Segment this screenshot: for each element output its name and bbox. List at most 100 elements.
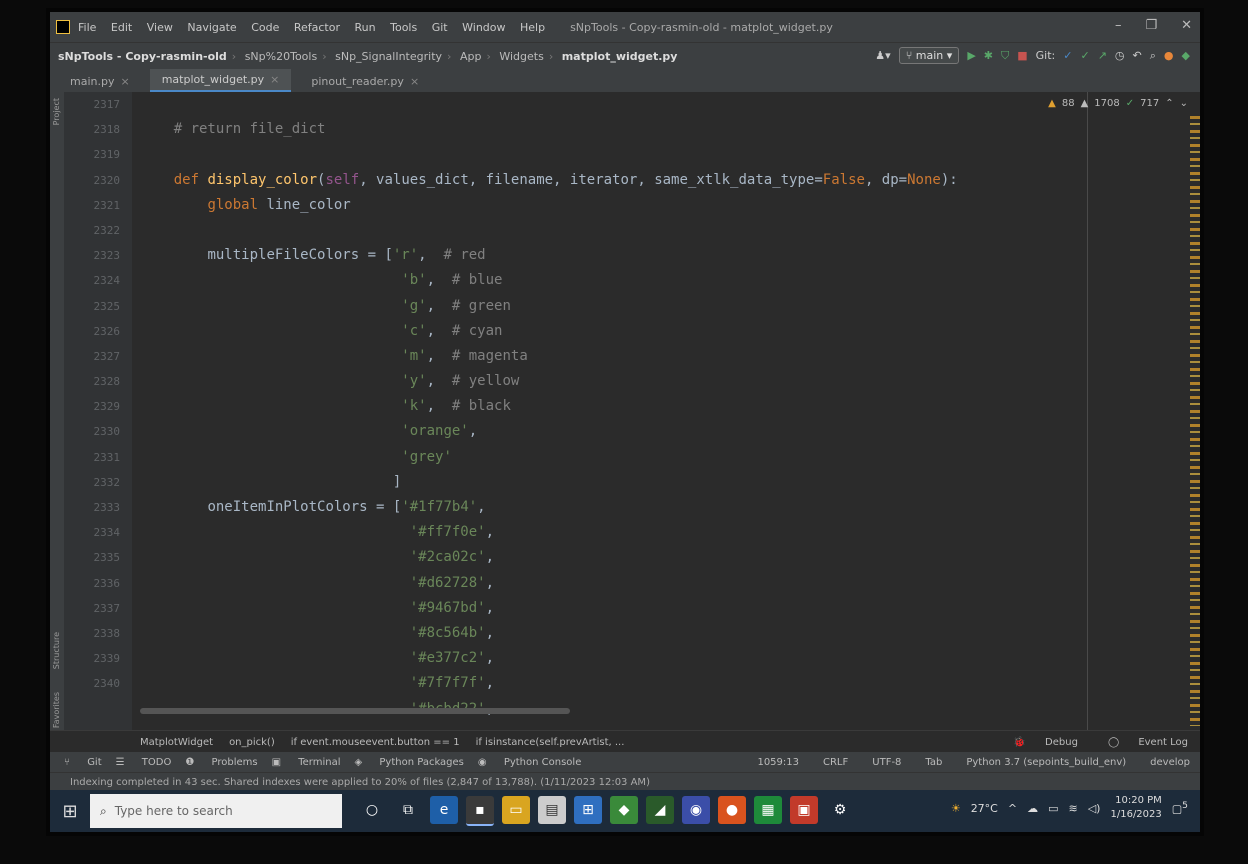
debug-icon[interactable]: ✱ xyxy=(984,49,993,62)
event-log-button[interactable]: ◯ Event Log xyxy=(1108,737,1188,748)
tab-matplot-widget-py[interactable]: matplot_widget.py × xyxy=(149,69,292,92)
pdf-icon[interactable]: ▣ xyxy=(790,796,818,824)
code-breadcrumb-item[interactable]: on_pick() xyxy=(229,737,275,748)
python-interpreter[interactable]: Python 3.7 (sepoints_build_env) xyxy=(966,757,1126,768)
system-tray: ☀ 27°C ^ ☁ ▭ ≋ ◁) 10:20 PM 1/16/2023 ▢5 xyxy=(951,794,1188,822)
breadcrumb-folder-2[interactable]: sNp_SignalIntegrity xyxy=(335,50,442,63)
edge-icon[interactable]: e xyxy=(430,796,458,824)
menu-view[interactable]: View xyxy=(147,21,173,34)
run-icon[interactable]: ▶ xyxy=(967,49,975,62)
firefox-icon[interactable]: ● xyxy=(718,796,746,824)
breadcrumb-folder-3[interactable]: App xyxy=(460,50,482,63)
maximize-button[interactable]: ❐ xyxy=(1145,18,1157,33)
breadcrumb-project[interactable]: sNpTools - Copy-rasmin-old xyxy=(58,50,227,63)
cortana-icon[interactable]: ○ xyxy=(358,796,386,824)
code-breadcrumb-item[interactable]: if event.mouseevent.button == 1 xyxy=(291,737,460,748)
wifi-icon[interactable]: ≋ xyxy=(1069,802,1078,815)
file-explorer-icon[interactable]: ▭ xyxy=(502,796,530,824)
breadcrumb-folder-4[interactable]: Widgets xyxy=(499,50,543,63)
tab-pinout-reader-py[interactable]: pinout_reader.py × xyxy=(299,71,431,92)
plugin-icon[interactable]: ◆ xyxy=(1182,49,1190,62)
tool-todo[interactable]: ☰ TODO xyxy=(116,757,172,768)
git-branch-status[interactable]: develop xyxy=(1150,757,1190,768)
notepad-icon[interactable]: ▤ xyxy=(538,796,566,824)
menu-tools[interactable]: Tools xyxy=(390,21,417,34)
spreadsheet-icon[interactable]: ▦ xyxy=(754,796,782,824)
line-number: 2320 xyxy=(93,173,121,187)
network-icon[interactable]: ☁ xyxy=(1027,802,1038,815)
stop-icon[interactable]: ■ xyxy=(1017,49,1027,62)
close-icon[interactable]: × xyxy=(270,73,279,86)
teams-icon[interactable]: ◉ xyxy=(682,796,710,824)
structure-tool-button[interactable]: Structure xyxy=(52,632,61,669)
menu-git[interactable]: Git xyxy=(432,21,448,34)
code-editor[interactable]: ▲ 88 ▲ 1708 ✓ 717 ⌃ ⌄ # return file_dict def… xyxy=(132,92,1200,732)
menu-edit[interactable]: Edit xyxy=(111,21,132,34)
notification-icon[interactable]: ▢5 xyxy=(1172,800,1188,816)
breadcrumb-folder-1[interactable]: sNp%20Tools xyxy=(245,50,318,63)
weather-icon[interactable]: ☀ xyxy=(951,802,961,815)
tool-git[interactable]: ⑂ Git xyxy=(64,757,102,768)
tool-python-packages[interactable]: ◈ Python Packages xyxy=(355,757,464,768)
code-breadcrumb-item[interactable]: if isinstance(self.prevArtist, ... xyxy=(476,737,625,748)
menu-file[interactable]: File xyxy=(78,21,96,34)
task-view-icon[interactable]: ⧉ xyxy=(394,796,422,824)
weather-temp[interactable]: 27°C xyxy=(971,802,998,815)
file-encoding[interactable]: UTF-8 xyxy=(872,757,901,768)
indent-setting[interactable]: Tab xyxy=(925,757,942,768)
network-app-icon[interactable]: ⊞ xyxy=(574,796,602,824)
pycharm-taskbar-icon[interactable]: ▪ xyxy=(466,796,494,826)
windows-start-icon[interactable]: ⊞ xyxy=(50,790,90,832)
code-breadcrumb-item[interactable]: MatplotWidget xyxy=(140,737,213,748)
git-push-icon[interactable]: ↗ xyxy=(1098,49,1107,62)
taskbar-search-box[interactable]: ⌕ Type here to search xyxy=(90,794,342,828)
menu-code[interactable]: Code xyxy=(251,21,279,34)
line-number: 2322 xyxy=(93,223,121,237)
tool-problems[interactable]: ❶ Problems xyxy=(185,757,257,768)
close-icon[interactable]: × xyxy=(410,75,419,88)
tray-chevron-icon[interactable]: ^ xyxy=(1008,802,1017,815)
chevron-down-icon[interactable]: ⌄ xyxy=(1180,98,1188,109)
error-stripe[interactable] xyxy=(1190,116,1200,726)
menu-refactor[interactable]: Refactor xyxy=(294,21,340,34)
menu-run[interactable]: Run xyxy=(355,21,376,34)
menu-window[interactable]: Window xyxy=(462,21,505,34)
close-button[interactable]: ✕ xyxy=(1181,18,1192,33)
tab-main-py[interactable]: main.py × xyxy=(58,71,142,92)
minimize-button[interactable]: – xyxy=(1115,18,1122,33)
app-icon[interactable]: ◆ xyxy=(610,796,638,824)
app-icon[interactable]: ◢ xyxy=(646,796,674,824)
inspection-widget[interactable]: ▲ 88 ▲ 1708 ✓ 717 ⌃ ⌄ xyxy=(1048,98,1188,109)
caret-position[interactable]: 1059:13 xyxy=(757,757,799,768)
volume-icon[interactable]: ◁) xyxy=(1088,802,1101,815)
menu-navigate[interactable]: Navigate xyxy=(187,21,236,34)
search-icon[interactable]: ⌕ xyxy=(1150,49,1156,63)
favorites-tool-button[interactable]: Favorites xyxy=(52,692,61,728)
settings-gear-icon[interactable]: ⚙ xyxy=(826,796,854,824)
git-commit-icon[interactable]: ✓ xyxy=(1080,49,1089,62)
code-comment: # cyan xyxy=(451,322,503,339)
history-icon[interactable]: ◷ xyxy=(1115,49,1125,62)
line-number: 2328 xyxy=(93,375,121,389)
debug-tool-button[interactable]: 🐞 Debug xyxy=(1013,737,1078,748)
project-tool-button[interactable]: Project xyxy=(52,98,61,125)
code-args-dp: , dp= xyxy=(864,171,908,188)
line-separator[interactable]: CRLF xyxy=(823,757,848,768)
taskbar-clock[interactable]: 10:20 PM 1/16/2023 xyxy=(1110,794,1161,822)
menu-help[interactable]: Help xyxy=(520,21,545,34)
user-icon[interactable]: ♟▾ xyxy=(875,49,890,62)
close-icon[interactable]: × xyxy=(120,75,129,88)
tool-python-console[interactable]: ◉ Python Console xyxy=(478,757,581,768)
chevron-up-icon[interactable]: ⌃ xyxy=(1165,98,1173,109)
git-update-icon[interactable]: ✓ xyxy=(1063,49,1072,62)
tool-window-bar: ⑂ Git ☰ TODO ❶ Problems ▣ Terminal ◈ Pyt… xyxy=(50,752,1200,772)
coverage-icon[interactable]: ⛉ xyxy=(1001,49,1009,63)
ide-update-icon[interactable]: ● xyxy=(1164,49,1174,62)
breadcrumb-file[interactable]: matplot_widget.py xyxy=(562,50,678,63)
tool-terminal[interactable]: ▣ Terminal xyxy=(272,757,341,768)
battery-icon[interactable]: ▭ xyxy=(1048,802,1058,815)
branch-selector[interactable]: ⑂ main ▾ xyxy=(898,47,960,64)
status-message[interactable]: Indexing completed in 43 sec. Shared ind… xyxy=(70,777,650,788)
rollback-icon[interactable]: ↶ xyxy=(1133,49,1142,62)
horizontal-scrollbar[interactable] xyxy=(140,708,570,714)
